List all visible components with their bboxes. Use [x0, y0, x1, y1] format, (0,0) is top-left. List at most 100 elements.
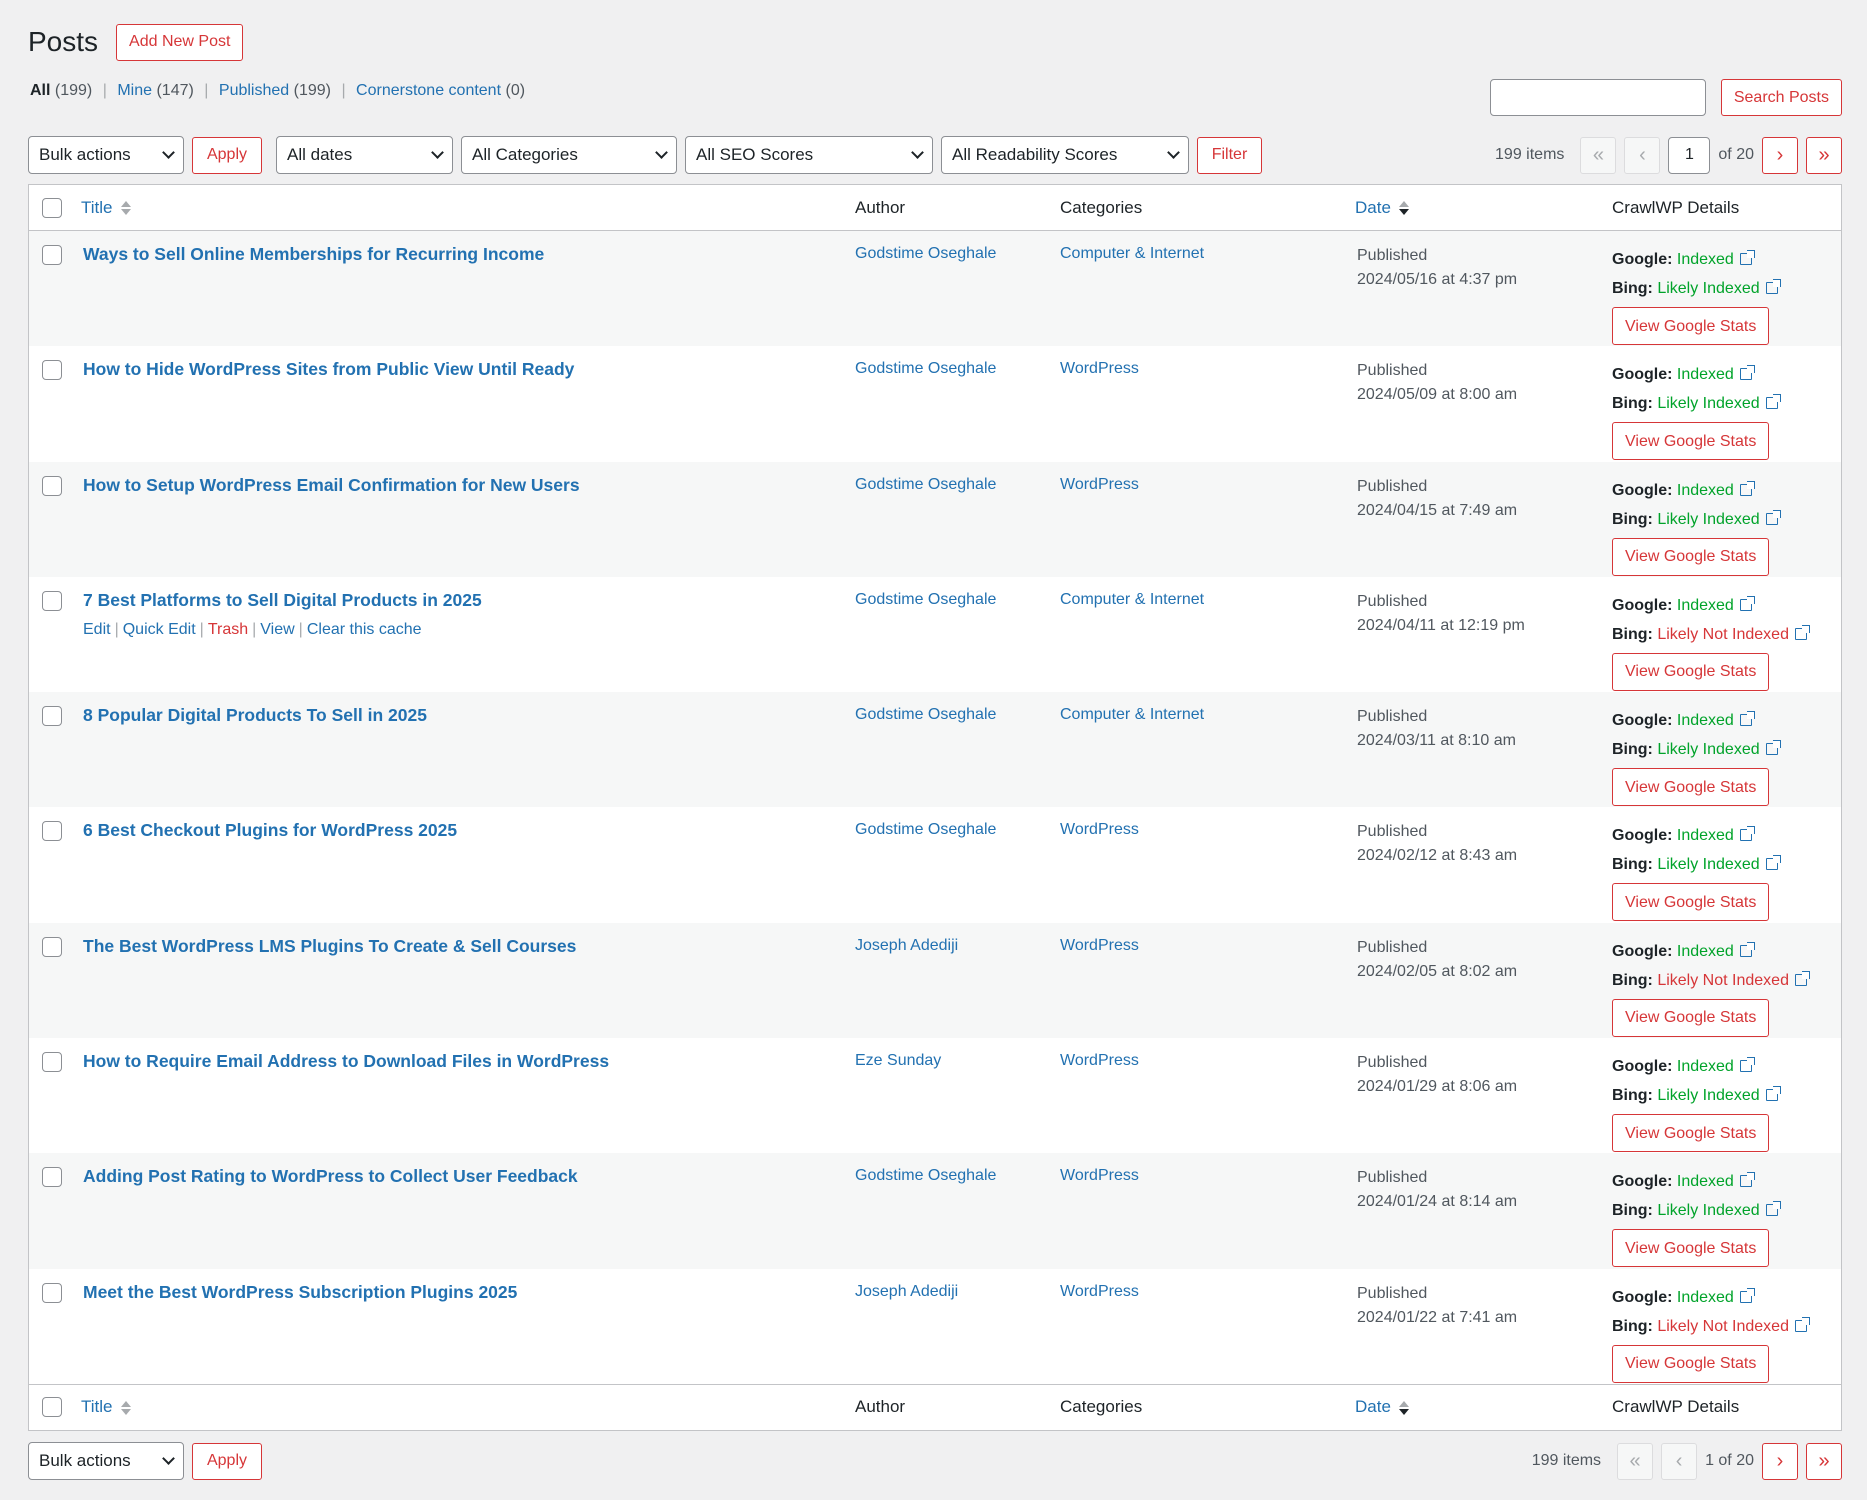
select-all-checkbox-footer[interactable]	[42, 1397, 62, 1418]
select-all-checkbox[interactable]	[42, 197, 62, 218]
edit-link[interactable]: Edit	[83, 621, 111, 638]
post-title-link[interactable]: How to Setup WordPress Email Confirmatio…	[83, 475, 580, 496]
external-link-icon[interactable]	[1739, 480, 1755, 496]
row-checkbox[interactable]	[42, 706, 62, 727]
row-checkbox[interactable]	[42, 936, 62, 957]
author-link[interactable]: Godstime Oseghale	[855, 1167, 996, 1185]
add-new-post-button[interactable]: Add New Post	[116, 23, 244, 61]
last-page-button[interactable]: »	[1806, 136, 1842, 174]
external-link-icon[interactable]	[1794, 970, 1810, 986]
post-title-link[interactable]: How to Hide WordPress Sites from Public …	[83, 359, 574, 380]
filter-button[interactable]: Filter	[1197, 136, 1262, 174]
external-link-icon[interactable]	[1794, 1316, 1810, 1332]
external-link-icon[interactable]	[1739, 250, 1755, 265]
category-link[interactable]: Computer & Internet	[1060, 706, 1204, 724]
column-date-sort[interactable]: Date	[1355, 198, 1409, 218]
current-page-input[interactable]: 1	[1668, 136, 1711, 174]
external-link-icon[interactable]	[1765, 279, 1781, 294]
row-checkbox[interactable]	[42, 590, 62, 611]
author-link[interactable]: Joseph Adediji	[855, 1283, 958, 1301]
external-link-icon[interactable]	[1739, 365, 1755, 381]
external-link-icon[interactable]	[1794, 624, 1810, 640]
external-link-icon[interactable]	[1765, 394, 1781, 410]
row-checkbox[interactable]	[42, 1052, 62, 1073]
view-mine[interactable]: Mine	[117, 82, 152, 99]
category-link[interactable]: WordPress	[1060, 360, 1139, 378]
bulk-actions-select[interactable]: Bulk actions	[28, 136, 184, 174]
category-link[interactable]: WordPress	[1060, 1052, 1139, 1070]
post-title-link[interactable]: Ways to Sell Online Memberships for Recu…	[83, 244, 544, 265]
row-checkbox[interactable]	[42, 1282, 62, 1303]
next-page-button[interactable]: ›	[1762, 1442, 1798, 1480]
view-google-stats-button[interactable]: View Google Stats	[1612, 883, 1770, 922]
row-checkbox[interactable]	[42, 1167, 62, 1188]
category-link[interactable]: WordPress	[1060, 937, 1139, 955]
view-link[interactable]: View	[260, 621, 294, 638]
category-link[interactable]: Computer & Internet	[1060, 245, 1204, 263]
post-title-link[interactable]: The Best WordPress LMS Plugins To Create…	[83, 936, 576, 957]
author-link[interactable]: Joseph Adediji	[855, 937, 958, 955]
column-date-sort-footer[interactable]: Date	[1355, 1397, 1409, 1417]
external-link-icon[interactable]	[1765, 740, 1781, 756]
post-title-link[interactable]: 8 Popular Digital Products To Sell in 20…	[83, 705, 427, 726]
category-link[interactable]: WordPress	[1060, 1167, 1139, 1185]
category-link[interactable]: WordPress	[1060, 821, 1139, 839]
dates-select[interactable]: All dates	[276, 136, 453, 174]
last-page-button[interactable]: »	[1806, 1442, 1842, 1480]
post-title-link[interactable]: How to Require Email Address to Download…	[83, 1051, 609, 1072]
view-all[interactable]: All	[30, 82, 50, 99]
categories-select[interactable]: All Categories	[461, 136, 677, 174]
view-google-stats-button[interactable]: View Google Stats	[1612, 998, 1770, 1037]
row-checkbox[interactable]	[42, 821, 62, 842]
row-checkbox[interactable]	[42, 360, 62, 381]
external-link-icon[interactable]	[1739, 711, 1755, 727]
external-link-icon[interactable]	[1739, 1172, 1755, 1188]
apply-button-bottom[interactable]: Apply	[192, 1442, 262, 1480]
author-link[interactable]: Godstime Oseghale	[855, 821, 996, 839]
author-link[interactable]: Godstime Oseghale	[855, 591, 996, 609]
view-google-stats-button[interactable]: View Google Stats	[1612, 1344, 1770, 1383]
external-link-icon[interactable]	[1739, 1057, 1755, 1073]
apply-button[interactable]: Apply	[192, 136, 262, 174]
author-link[interactable]: Eze Sunday	[855, 1052, 941, 1070]
view-google-stats-button[interactable]: View Google Stats	[1612, 307, 1770, 345]
post-title-link[interactable]: Meet the Best WordPress Subscription Plu…	[83, 1282, 517, 1303]
external-link-icon[interactable]	[1765, 855, 1781, 871]
category-link[interactable]: WordPress	[1060, 1283, 1139, 1301]
row-checkbox[interactable]	[42, 245, 62, 265]
external-link-icon[interactable]	[1765, 1201, 1781, 1217]
view-google-stats-button[interactable]: View Google Stats	[1612, 652, 1770, 691]
post-title-link[interactable]: 6 Best Checkout Plugins for WordPress 20…	[83, 820, 457, 841]
external-link-icon[interactable]	[1739, 595, 1755, 611]
view-cornerstone[interactable]: Cornerstone content	[356, 82, 501, 99]
external-link-icon[interactable]	[1765, 1086, 1781, 1102]
author-link[interactable]: Godstime Oseghale	[855, 476, 996, 494]
search-posts-button[interactable]: Search Posts	[1720, 79, 1842, 116]
view-google-stats-button[interactable]: View Google Stats	[1612, 768, 1770, 807]
view-google-stats-button[interactable]: View Google Stats	[1612, 422, 1770, 461]
author-link[interactable]: Godstime Oseghale	[855, 360, 996, 378]
category-link[interactable]: WordPress	[1060, 476, 1139, 494]
readability-scores-select[interactable]: All Readability Scores	[941, 136, 1189, 174]
column-title-sort-footer[interactable]: Title	[81, 1397, 131, 1417]
search-input[interactable]	[1489, 79, 1706, 116]
quick-edit-link[interactable]: Quick Edit	[123, 621, 196, 638]
category-link[interactable]: Computer & Internet	[1060, 591, 1204, 609]
external-link-icon[interactable]	[1739, 1287, 1755, 1303]
view-published[interactable]: Published	[219, 82, 289, 99]
column-title-sort[interactable]: Title	[81, 198, 131, 218]
external-link-icon[interactable]	[1739, 826, 1755, 842]
author-link[interactable]: Godstime Oseghale	[855, 706, 996, 724]
external-link-icon[interactable]	[1765, 509, 1781, 525]
trash-link[interactable]: Trash	[208, 621, 248, 638]
author-link[interactable]: Godstime Oseghale	[855, 245, 996, 263]
post-title-link[interactable]: 7 Best Platforms to Sell Digital Product…	[83, 590, 482, 611]
post-title-link[interactable]: Adding Post Rating to WordPress to Colle…	[83, 1166, 578, 1187]
row-checkbox[interactable]	[42, 475, 62, 496]
view-google-stats-button[interactable]: View Google Stats	[1612, 1229, 1770, 1268]
view-google-stats-button[interactable]: View Google Stats	[1612, 537, 1770, 576]
next-page-button[interactable]: ›	[1762, 136, 1798, 174]
seo-scores-select[interactable]: All SEO Scores	[685, 136, 933, 174]
bulk-actions-select-bottom[interactable]: Bulk actions	[28, 1442, 184, 1480]
view-google-stats-button[interactable]: View Google Stats	[1612, 1114, 1770, 1153]
